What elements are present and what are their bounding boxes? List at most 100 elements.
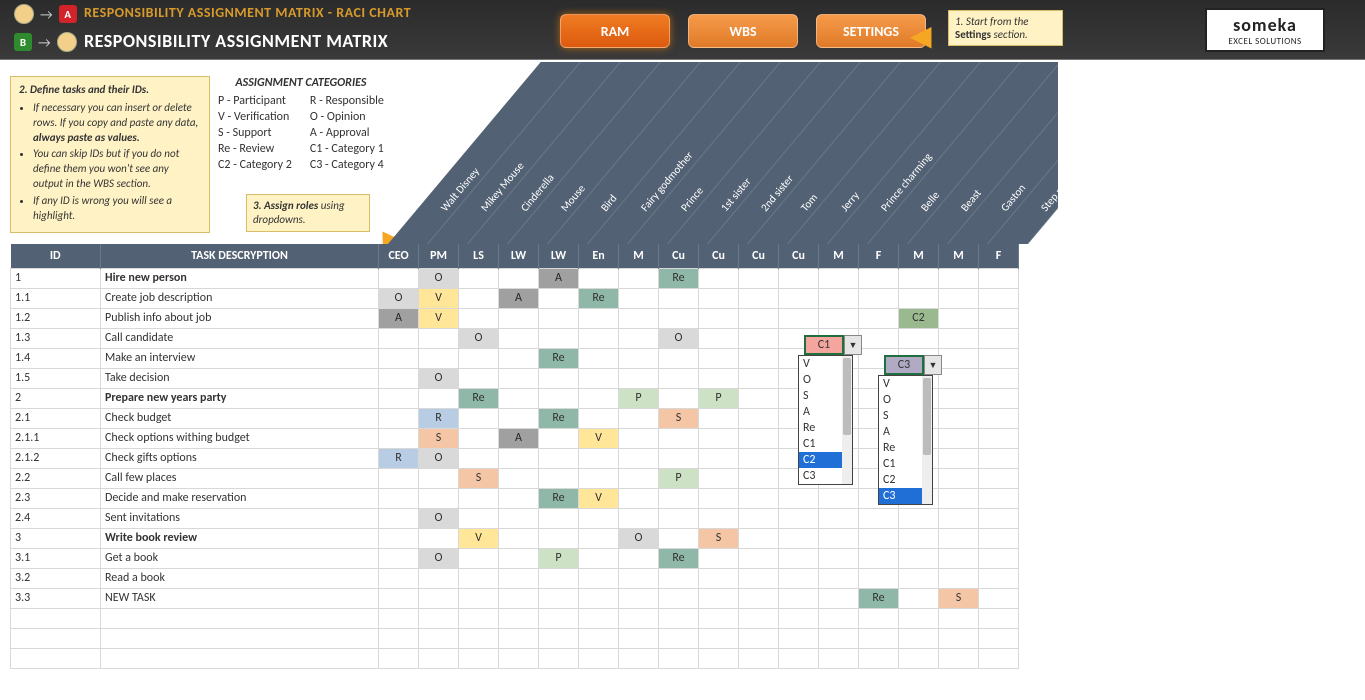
cell-empty[interactable]	[699, 268, 739, 288]
cell-empty[interactable]	[619, 428, 659, 448]
cell-empty[interactable]	[379, 328, 419, 348]
cell-empty[interactable]	[379, 368, 419, 388]
cell-empty[interactable]	[579, 468, 619, 488]
cell-empty[interactable]	[579, 308, 619, 328]
cell-empty[interactable]	[939, 568, 979, 588]
cell-empty[interactable]	[979, 308, 1019, 328]
cell-empty[interactable]	[779, 528, 819, 548]
ram-button[interactable]: RAM	[560, 14, 670, 48]
cell-empty[interactable]	[619, 288, 659, 308]
cell-empty[interactable]	[659, 608, 699, 628]
cell-empty[interactable]	[499, 268, 539, 288]
cell-empty[interactable]	[419, 528, 459, 548]
cell-desc[interactable]	[101, 608, 379, 628]
cell-empty[interactable]	[819, 648, 859, 668]
cell-empty[interactable]	[939, 648, 979, 668]
cell-empty[interactable]	[979, 588, 1019, 608]
cell-desc[interactable]: Write book review	[101, 528, 379, 548]
cell-empty[interactable]	[579, 508, 619, 528]
cell-empty[interactable]	[899, 628, 939, 648]
cell-empty[interactable]	[819, 308, 859, 328]
cell-empty[interactable]	[739, 648, 779, 668]
cell-empty[interactable]	[979, 608, 1019, 628]
cell-empty[interactable]	[579, 608, 619, 628]
cell-empty[interactable]	[419, 628, 459, 648]
wbs-button[interactable]: WBS	[688, 14, 798, 48]
cell-empty[interactable]	[979, 528, 1019, 548]
cell-empty[interactable]	[939, 528, 979, 548]
cell-id[interactable]: 2.1.2	[11, 448, 101, 468]
cell-role[interactable]: O	[659, 328, 699, 348]
cell-role[interactable]: R	[419, 408, 459, 428]
cell-role[interactable]: V	[579, 428, 619, 448]
cell-empty[interactable]	[739, 388, 779, 408]
cell-id[interactable]	[11, 628, 101, 648]
cell-empty[interactable]	[659, 648, 699, 668]
cell-empty[interactable]	[659, 348, 699, 368]
cell-empty[interactable]	[459, 268, 499, 288]
cell-role[interactable]: O	[419, 448, 459, 468]
cell-id[interactable]: 2.4	[11, 508, 101, 528]
chevron-down-icon[interactable]: ▼	[844, 335, 862, 355]
cell-empty[interactable]	[779, 268, 819, 288]
cell-role[interactable]: V	[419, 288, 459, 308]
cell-empty[interactable]	[739, 468, 779, 488]
cell-empty[interactable]	[979, 488, 1019, 508]
cell-empty[interactable]	[659, 508, 699, 528]
cell-desc[interactable]: Hire new person	[101, 268, 379, 288]
cell-empty[interactable]	[379, 628, 419, 648]
dropdown-c1[interactable]: C1 ▼	[804, 335, 862, 355]
cell-id[interactable]: 2.2	[11, 468, 101, 488]
cell-empty[interactable]	[859, 508, 899, 528]
chevron-down-icon[interactable]: ▼	[924, 355, 942, 375]
cell-empty[interactable]	[539, 448, 579, 468]
cell-empty[interactable]	[859, 288, 899, 308]
cell-empty[interactable]	[659, 568, 699, 588]
cell-empty[interactable]	[499, 588, 539, 608]
cell-empty[interactable]	[779, 308, 819, 328]
cell-empty[interactable]	[459, 288, 499, 308]
cell-desc[interactable]: Prepare new years party	[101, 388, 379, 408]
cell-empty[interactable]	[499, 568, 539, 588]
cell-empty[interactable]	[379, 388, 419, 408]
cell-empty[interactable]	[699, 468, 739, 488]
cell-empty[interactable]	[899, 608, 939, 628]
cell-empty[interactable]	[539, 308, 579, 328]
cell-empty[interactable]	[379, 348, 419, 368]
cell-empty[interactable]	[979, 428, 1019, 448]
cell-id[interactable]: 2	[11, 388, 101, 408]
cell-empty[interactable]	[939, 348, 979, 368]
cell-empty[interactable]	[939, 328, 979, 348]
cell-role[interactable]: Re	[659, 548, 699, 568]
cell-empty[interactable]	[379, 568, 419, 588]
cell-empty[interactable]	[899, 528, 939, 548]
cell-empty[interactable]	[699, 608, 739, 628]
cell-empty[interactable]	[899, 288, 939, 308]
cell-empty[interactable]	[699, 288, 739, 308]
cell-role[interactable]: Re	[659, 268, 699, 288]
cell-empty[interactable]	[499, 488, 539, 508]
cell-empty[interactable]	[699, 628, 739, 648]
cell-desc[interactable]: Publish info about job	[101, 308, 379, 328]
cell-empty[interactable]	[859, 568, 899, 588]
cell-role[interactable]: A	[499, 428, 539, 448]
cell-role[interactable]: O	[619, 528, 659, 548]
cell-empty[interactable]	[859, 608, 899, 628]
cell-empty[interactable]	[779, 288, 819, 308]
cell-desc[interactable]	[101, 648, 379, 668]
cell-empty[interactable]	[419, 328, 459, 348]
cell-empty[interactable]	[859, 528, 899, 548]
cell-empty[interactable]	[579, 408, 619, 428]
cell-role[interactable]: P	[539, 548, 579, 568]
cell-role[interactable]: P	[659, 468, 699, 488]
cell-empty[interactable]	[939, 628, 979, 648]
cell-empty[interactable]	[419, 348, 459, 368]
cell-empty[interactable]	[539, 328, 579, 348]
cell-role[interactable]: Re	[579, 288, 619, 308]
cell-empty[interactable]	[779, 588, 819, 608]
cell-empty[interactable]	[379, 268, 419, 288]
cell-desc[interactable]: Call candidate	[101, 328, 379, 348]
cell-empty[interactable]	[979, 468, 1019, 488]
cell-empty[interactable]	[979, 328, 1019, 348]
cell-empty[interactable]	[579, 328, 619, 348]
